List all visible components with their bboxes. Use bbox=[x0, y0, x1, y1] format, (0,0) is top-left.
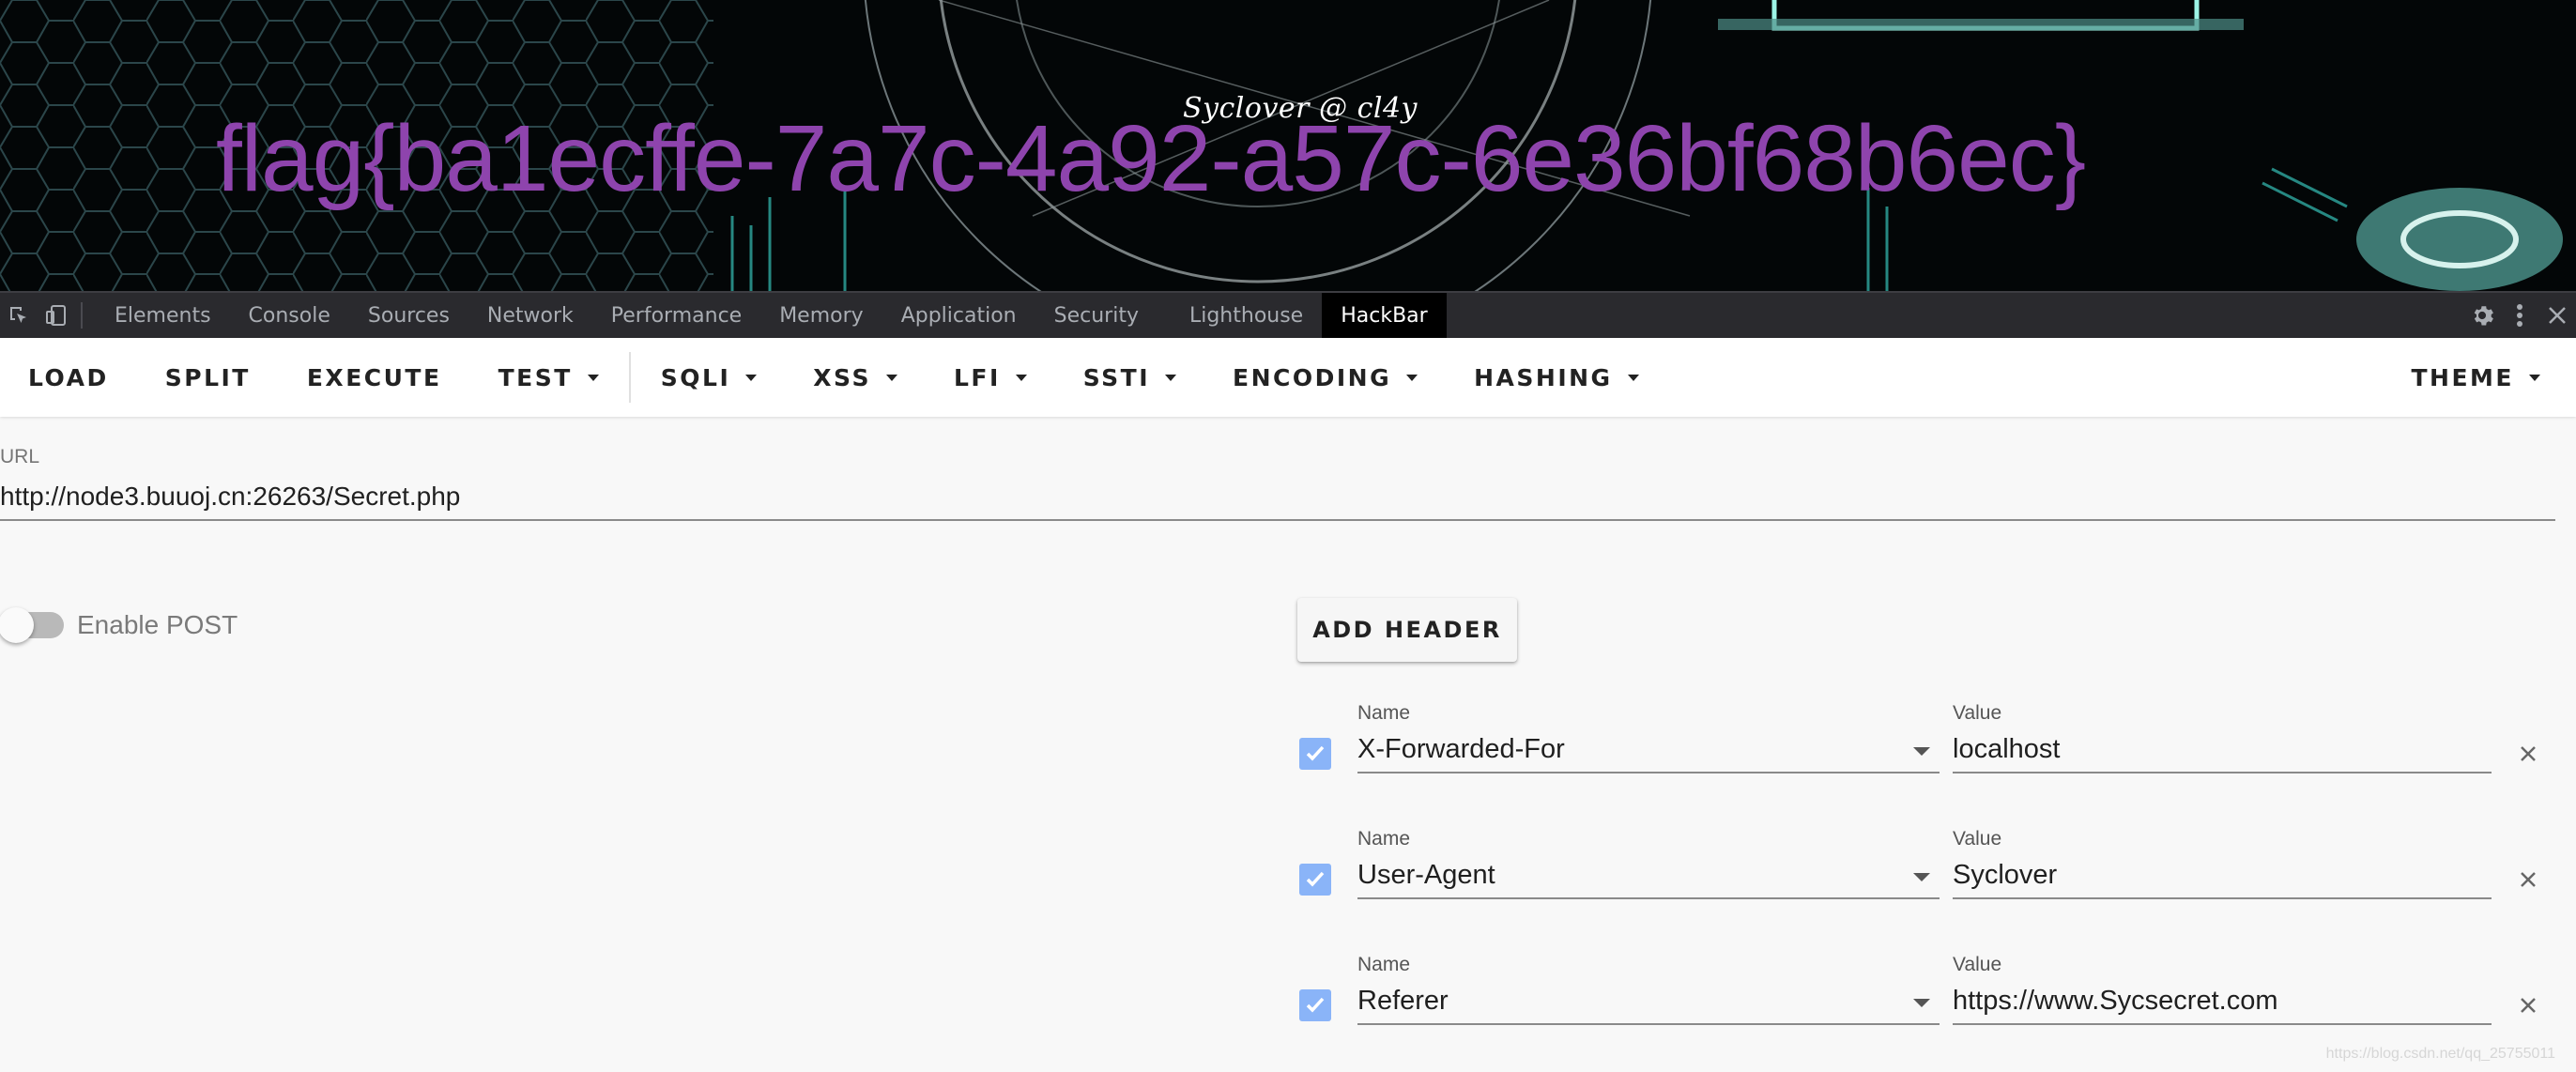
tab-lighthouse[interactable]: Lighthouse bbox=[1158, 293, 1322, 338]
tab-performance[interactable]: Performance bbox=[592, 293, 760, 338]
page-banner: Syclover @ cl4y flag{ba1ecffe-7a7c-4a92-… bbox=[0, 0, 2576, 291]
sqli-button-label: SQLI bbox=[660, 363, 731, 391]
enable-post-toggle[interactable]: Enable POST bbox=[0, 607, 238, 643]
dropdown-arrow-icon bbox=[1913, 873, 1930, 881]
test-menu-button[interactable]: TEST bbox=[470, 338, 627, 417]
close-devtools-icon[interactable] bbox=[2538, 293, 2576, 338]
tab-network[interactable]: Network bbox=[468, 293, 592, 338]
caret-down-icon bbox=[1165, 374, 1177, 381]
dropdown-arrow-icon bbox=[1913, 999, 1930, 1007]
test-button-label: TEST bbox=[498, 363, 573, 391]
checkmark-icon bbox=[1306, 871, 1325, 887]
header-name-label: Name bbox=[1357, 702, 1411, 724]
header-name-select[interactable]: User-Agent bbox=[1357, 852, 1940, 899]
header-value-label: Value bbox=[1953, 828, 2002, 850]
caret-down-icon bbox=[885, 374, 897, 381]
header-value-input[interactable]: Syclover bbox=[1953, 852, 2492, 899]
caret-down-icon bbox=[587, 374, 599, 381]
header-name-label: Name bbox=[1357, 954, 1411, 975]
caret-down-icon bbox=[2529, 374, 2540, 381]
toggle-track bbox=[0, 607, 64, 643]
more-options-icon[interactable] bbox=[2501, 293, 2538, 338]
header-row: Name X-Forwarded-For Value localhost bbox=[1299, 702, 2548, 787]
inspect-element-icon[interactable] bbox=[0, 293, 38, 338]
add-header-button[interactable]: ADD HEADER bbox=[1297, 598, 1517, 662]
execute-button-label: EXECUTE bbox=[306, 363, 442, 391]
tab-sources[interactable]: Sources bbox=[349, 293, 468, 338]
ssti-button-label: SSTI bbox=[1082, 363, 1151, 391]
tab-hackbar[interactable]: HackBar bbox=[1322, 293, 1447, 338]
caret-down-icon bbox=[745, 374, 758, 381]
url-input[interactable] bbox=[0, 474, 2555, 521]
hashing-menu-button[interactable]: HASHING bbox=[1446, 338, 1666, 417]
devtools-tab-bar: Elements Console Sources Network Perform… bbox=[0, 291, 2576, 338]
sqli-menu-button[interactable]: SQLI bbox=[633, 338, 786, 417]
hackbar-toolbar: LOAD SPLIT EXECUTE TEST SQLI XSS LFI SST… bbox=[0, 338, 2576, 417]
remove-header-close-icon[interactable] bbox=[2512, 989, 2544, 1021]
tab-elements[interactable]: Elements bbox=[96, 293, 230, 338]
header-value-input[interactable]: localhost bbox=[1953, 727, 2492, 773]
tab-security[interactable]: Security bbox=[1035, 293, 1158, 338]
theme-menu-button[interactable]: THEME bbox=[2383, 338, 2576, 417]
url-field-label: URL bbox=[0, 446, 40, 467]
header-name-value: X-Forwarded-For bbox=[1357, 733, 1565, 764]
tab-memory[interactable]: Memory bbox=[760, 293, 882, 338]
header-name-select[interactable]: X-Forwarded-For bbox=[1357, 727, 1940, 773]
header-name-value: User-Agent bbox=[1357, 859, 1495, 890]
ssti-menu-button[interactable]: SSTI bbox=[1055, 338, 1204, 417]
lfi-button-label: LFI bbox=[953, 363, 1001, 391]
load-button-label: LOAD bbox=[28, 363, 109, 391]
encoding-menu-button[interactable]: ENCODING bbox=[1204, 338, 1446, 417]
encoding-button-label: ENCODING bbox=[1233, 363, 1392, 391]
device-toolbar-icon[interactable] bbox=[38, 293, 75, 338]
xss-button-label: XSS bbox=[813, 363, 871, 391]
header-name-value: Referer bbox=[1357, 985, 1449, 1016]
toggle-thumb bbox=[0, 607, 34, 643]
header-enabled-checkbox[interactable] bbox=[1299, 864, 1331, 896]
enable-post-label: Enable POST bbox=[77, 610, 238, 639]
watermark-text: https://blog.csdn.net/qq_25755011 bbox=[2325, 1046, 2555, 1062]
remove-header-close-icon[interactable] bbox=[2512, 864, 2544, 896]
header-value-input[interactable]: https://www.Sycsecret.com bbox=[1953, 978, 2492, 1025]
execute-button[interactable]: EXECUTE bbox=[279, 338, 470, 417]
hashing-button-label: HASHING bbox=[1474, 363, 1613, 391]
load-button[interactable]: LOAD bbox=[0, 338, 137, 417]
header-enabled-checkbox[interactable] bbox=[1299, 989, 1331, 1021]
tab-application[interactable]: Application bbox=[882, 293, 1035, 338]
header-row: Name User-Agent Value Syclover bbox=[1299, 828, 2548, 912]
lfi-menu-button[interactable]: LFI bbox=[926, 338, 1055, 417]
header-enabled-checkbox[interactable] bbox=[1299, 738, 1331, 770]
tab-console[interactable]: Console bbox=[230, 293, 349, 338]
toolbar-divider bbox=[81, 302, 83, 329]
caret-down-icon bbox=[1627, 374, 1639, 381]
theme-button-label: THEME bbox=[2411, 363, 2514, 391]
toolbar-divider bbox=[628, 352, 631, 403]
header-value-label: Value bbox=[1953, 954, 2002, 975]
header-name-select[interactable]: Referer bbox=[1357, 978, 1940, 1025]
header-name-label: Name bbox=[1357, 828, 1411, 850]
flag-text: flag{ba1ecffe-7a7c-4a92-a57c-6e36bf68b6e… bbox=[216, 106, 2086, 211]
xss-menu-button[interactable]: XSS bbox=[785, 338, 926, 417]
caret-down-icon bbox=[1015, 374, 1027, 381]
remove-header-close-icon[interactable] bbox=[2512, 738, 2544, 770]
dropdown-arrow-icon bbox=[1913, 747, 1930, 756]
checkmark-icon bbox=[1306, 745, 1325, 761]
header-value-label: Value bbox=[1953, 702, 2002, 724]
caret-down-icon bbox=[1406, 374, 1418, 381]
split-button[interactable]: SPLIT bbox=[137, 338, 279, 417]
split-button-label: SPLIT bbox=[164, 363, 251, 391]
settings-gear-icon[interactable] bbox=[2463, 293, 2501, 338]
header-row: Name Referer Value https://www.Sycsecret… bbox=[1299, 954, 2548, 1038]
checkmark-icon bbox=[1306, 997, 1325, 1013]
